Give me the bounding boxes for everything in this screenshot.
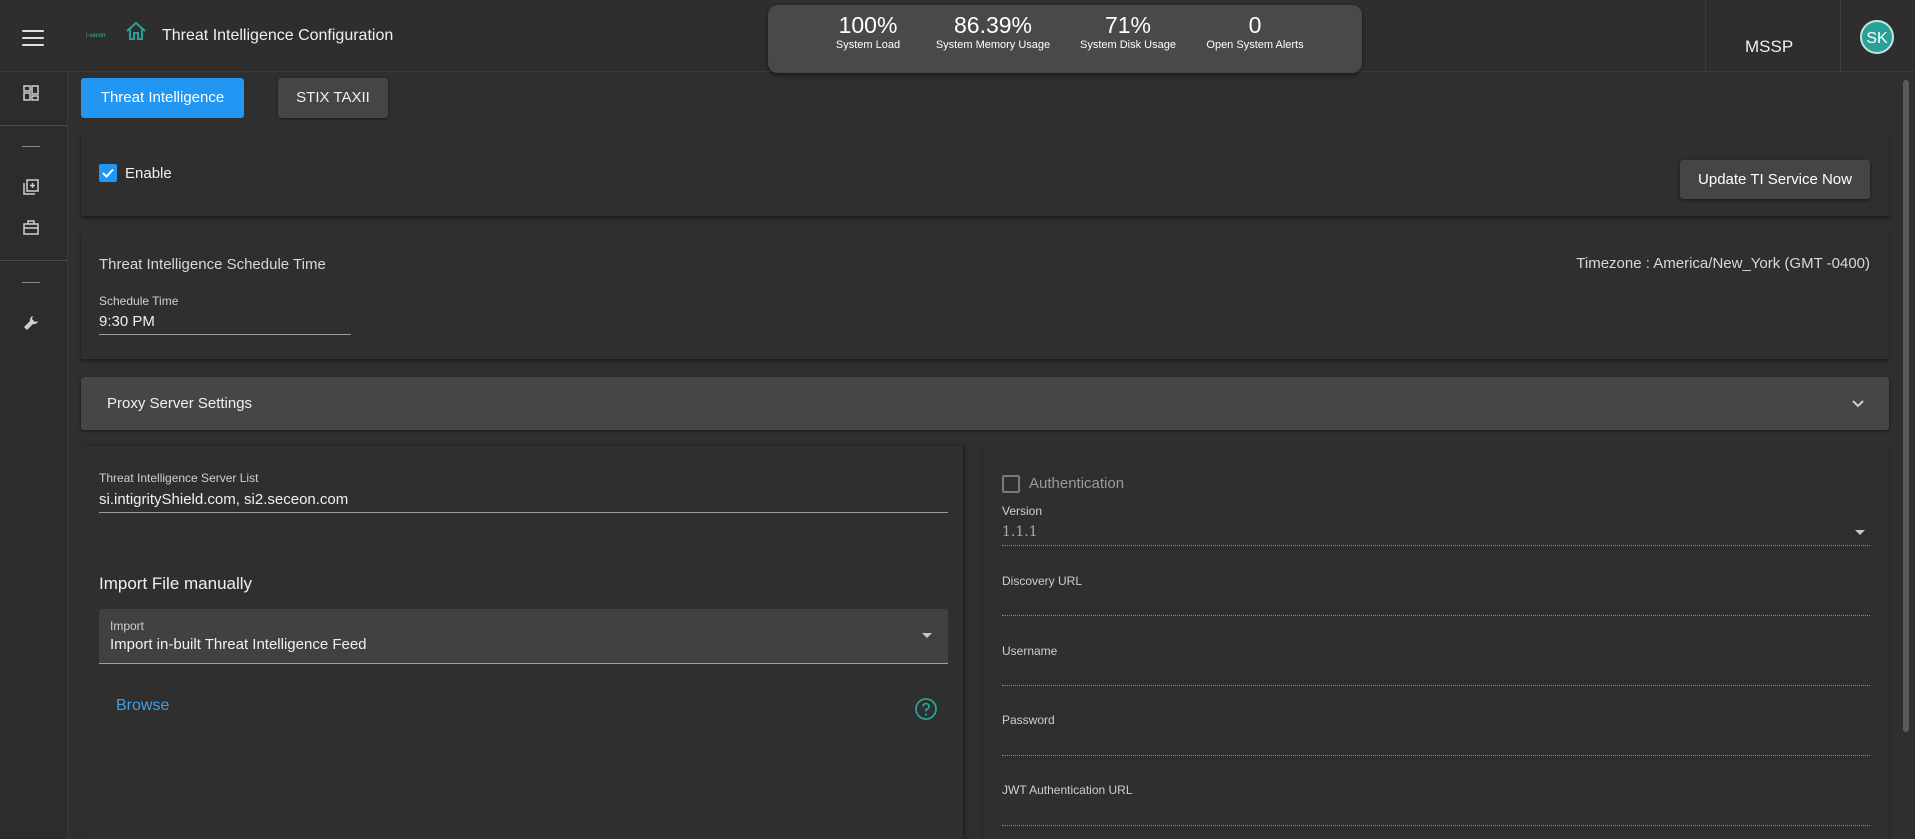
- stat-value: 86.39%: [953, 12, 1032, 38]
- stat-label: System Load: [835, 39, 901, 51]
- check-icon: [102, 168, 114, 178]
- authentication-checkbox[interactable]: [1002, 475, 1020, 493]
- enable-label: Enable: [125, 165, 172, 182]
- library-icon[interactable]: [22, 178, 40, 196]
- version-label: Version: [1002, 504, 1043, 518]
- tab-stix-taxii[interactable]: STIX TAXII: [278, 78, 388, 118]
- password-underline: [1002, 755, 1870, 756]
- stat-open-alerts[interactable]: 0 Open System Alerts: [1194, 12, 1316, 52]
- schedule-card: [81, 232, 1889, 359]
- username-input[interactable]: [1002, 658, 1870, 684]
- discovery-url-underline: [1002, 615, 1870, 616]
- scrollbar[interactable]: [1903, 80, 1909, 732]
- enable-checkbox[interactable]: [99, 164, 117, 182]
- stat-value: 100%: [838, 12, 898, 38]
- page-title: Threat Intelligence Configuration: [162, 27, 394, 44]
- timezone-label: Timezone : America/New_York (GMT -0400): [1576, 255, 1870, 272]
- sidebar-divider: [0, 125, 67, 126]
- header-divider: [1840, 0, 1841, 72]
- import-heading: Import File manually: [99, 574, 253, 593]
- server-list-underline: [99, 512, 948, 513]
- header-divider: [1705, 0, 1706, 72]
- dashboard-icon[interactable]: [22, 84, 40, 102]
- stat-value: 71%: [1104, 12, 1152, 38]
- right-panel: [983, 446, 1889, 839]
- schedule-time-underline: [99, 334, 351, 335]
- avatar[interactable]: SK: [1860, 20, 1894, 54]
- tab-threat-intelligence[interactable]: Threat Intelligence: [81, 78, 244, 118]
- toolbox-icon[interactable]: [22, 218, 40, 236]
- stat-memory-usage: 86.39% System Memory Usage: [926, 12, 1060, 52]
- jwt-url-label: JWT Authentication URL: [1002, 783, 1133, 797]
- enable-card: [81, 133, 1889, 216]
- logo: i-secon: [86, 33, 106, 39]
- username-label: Username: [1002, 644, 1058, 658]
- stat-system-load: 100% System Load: [816, 12, 920, 52]
- import-label: Import: [110, 619, 145, 633]
- password-label: Password: [1002, 713, 1055, 727]
- password-input[interactable]: [1002, 727, 1870, 753]
- server-list-label: Threat Intelligence Server List: [99, 471, 259, 485]
- server-list-input[interactable]: si.intigrityShield.com, si2.seceon.com: [99, 491, 348, 508]
- stat-label: System Disk Usage: [1080, 39, 1176, 51]
- authentication-label: Authentication: [1029, 475, 1125, 492]
- jwt-url-underline: [1002, 825, 1870, 826]
- stat-label: Open System Alerts: [1206, 39, 1304, 51]
- discovery-url-input[interactable]: [1002, 588, 1870, 614]
- chevron-down-icon[interactable]: [1851, 399, 1865, 409]
- stat-disk-usage: 71% System Disk Usage: [1068, 12, 1188, 52]
- discovery-url-label: Discovery URL: [1002, 574, 1083, 588]
- import-value: Import in-built Threat Intelligence Feed: [110, 636, 367, 653]
- system-stats-panel: 100% System Load 86.39% System Memory Us…: [768, 5, 1362, 73]
- version-underline: [1002, 545, 1870, 546]
- home-icon[interactable]: [124, 20, 148, 42]
- tenant-label[interactable]: MSSP: [1745, 37, 1793, 57]
- top-bar: i-secon Threat Intelligence Configuratio…: [0, 0, 1915, 73]
- help-icon[interactable]: [914, 697, 938, 721]
- schedule-heading: Threat Intelligence Schedule Time: [99, 256, 326, 273]
- wrench-icon[interactable]: [22, 314, 40, 332]
- sidebar-dash: [22, 146, 40, 147]
- version-select[interactable]: 1.1.1: [1002, 524, 1038, 540]
- username-underline: [1002, 685, 1870, 686]
- proxy-server-accordion[interactable]: Proxy Server Settings: [81, 377, 1889, 430]
- sidebar-dash: [22, 282, 40, 283]
- update-ti-service-button[interactable]: Update TI Service Now: [1680, 160, 1870, 199]
- stat-label: System Memory Usage: [935, 39, 1051, 51]
- dropdown-caret-icon[interactable]: [1855, 530, 1865, 535]
- sidebar: [0, 72, 68, 839]
- schedule-time-label: Schedule Time: [99, 294, 179, 308]
- schedule-time-input[interactable]: 9:30 PM: [99, 313, 155, 330]
- browse-link[interactable]: Browse: [116, 697, 169, 715]
- jwt-url-input[interactable]: [1002, 797, 1870, 823]
- stat-value: 0: [1248, 12, 1262, 38]
- sidebar-divider: [0, 260, 67, 261]
- import-select[interactable]: Import Import in-built Threat Intelligen…: [99, 609, 948, 664]
- proxy-server-title: Proxy Server Settings: [107, 395, 253, 412]
- menu-icon[interactable]: [22, 30, 44, 46]
- dropdown-caret-icon: [922, 633, 932, 638]
